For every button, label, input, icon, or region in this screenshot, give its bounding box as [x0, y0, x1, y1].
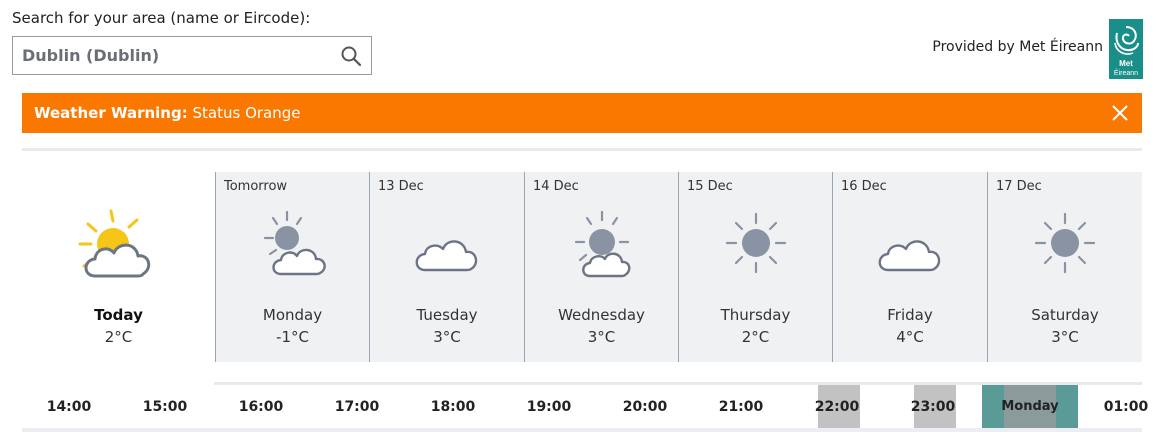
forecast-day-saturday[interactable]: 17 Dec Saturday 3°C — [987, 172, 1142, 362]
met-eireann-logo: Met Éireann — [1109, 19, 1143, 79]
hour-label[interactable]: 16:00 — [221, 399, 301, 415]
search-label: Search for your area (name or Eircode): — [12, 9, 311, 27]
forecast-date: 15 Dec — [687, 179, 733, 194]
sun-icon — [725, 212, 786, 274]
hour-label[interactable]: 17:00 — [317, 399, 397, 415]
today-label: Today — [94, 306, 143, 324]
cloud-icon — [878, 240, 941, 272]
day-temp: 3°C — [433, 328, 461, 346]
day-name: Friday — [887, 306, 933, 324]
forecast-date: Tomorrow — [224, 179, 288, 194]
search-input[interactable]: Dublin (Dublin) — [12, 36, 372, 75]
sun-icon — [1034, 212, 1096, 274]
divider — [22, 148, 1142, 151]
hour-label[interactable]: 14:00 — [29, 399, 109, 415]
forecast-date: 16 Dec — [841, 179, 887, 194]
hour-label[interactable]: 18:00 — [413, 399, 493, 415]
day-name: Wednesday — [558, 306, 645, 324]
day-temp: 4°C — [896, 328, 924, 346]
svg-text:Met: Met — [1119, 59, 1133, 68]
hour-label[interactable]: 20:00 — [605, 399, 685, 415]
forecast-day-tuesday[interactable]: 13 Dec Tuesday 3°C — [369, 172, 524, 362]
provider-credit: Provided by Met Éireann — [932, 39, 1103, 55]
warning-title: Weather Warning: — [34, 104, 188, 122]
sun-cloud-icon — [78, 209, 150, 278]
hour-label[interactable]: 22:00 — [797, 399, 877, 415]
sun-cloud-icon — [574, 210, 630, 278]
day-name: Thursday — [720, 306, 791, 324]
forecast-day-monday[interactable]: Tomorrow Monday -1°C — [215, 172, 369, 362]
hour-label[interactable]: 15:00 — [125, 399, 205, 415]
day-name: Saturday — [1031, 306, 1099, 324]
day-name: Monday — [262, 306, 323, 324]
day-separator-label: Monday — [1001, 399, 1059, 414]
forecast-day-friday[interactable]: 16 Dec Friday 4°C — [832, 172, 987, 362]
day-temp: 2°C — [741, 328, 770, 346]
cloud-icon — [415, 240, 478, 272]
hour-label[interactable]: 23:00 — [893, 399, 973, 415]
search-icon[interactable] — [340, 45, 362, 67]
weather-warning-banner[interactable]: Weather Warning: Status Orange — [22, 93, 1142, 133]
forecast-date: 14 Dec — [533, 179, 579, 194]
hourly-strip-scrollbar[interactable] — [22, 428, 1142, 432]
warning-status: Status Orange — [192, 104, 301, 122]
day-temp: -1°C — [276, 328, 309, 346]
today-temp: 2°C — [104, 328, 133, 346]
forecast-date: 13 Dec — [378, 179, 424, 194]
hour-label[interactable]: 19:00 — [509, 399, 589, 415]
day-temp: 3°C — [587, 328, 616, 346]
close-icon[interactable] — [1111, 104, 1129, 122]
svg-text:Éireann: Éireann — [1114, 68, 1138, 77]
forecast-day-wednesday[interactable]: 14 Dec Wednesday 3°C — [524, 172, 678, 362]
forecast-day-thursday[interactable]: 15 Dec Thursday 2°C — [678, 172, 832, 362]
forecast-today[interactable]: Today 2°C — [22, 172, 215, 362]
day-temp: 3°C — [1051, 328, 1079, 346]
hour-label[interactable]: 01:00 — [1086, 399, 1165, 415]
day-name: Tuesday — [416, 306, 478, 324]
sun-cloud-icon — [263, 210, 326, 276]
forecast-date: 17 Dec — [996, 179, 1042, 194]
search-value: Dublin (Dublin) — [22, 46, 160, 65]
hour-label[interactable]: 21:00 — [701, 399, 781, 415]
